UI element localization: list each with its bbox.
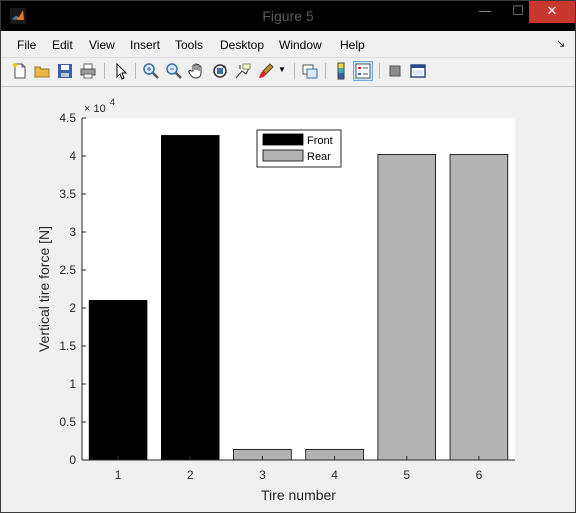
y-tick-label: 3 <box>69 225 76 239</box>
brush-dropdown-icon[interactable]: ▼ <box>278 66 286 74</box>
zoom-in-icon[interactable] <box>142 62 160 80</box>
menu-edit[interactable]: Edit <box>52 38 73 52</box>
bar-rear-5[interactable] <box>377 154 437 461</box>
toolbar-separator <box>325 63 326 79</box>
y-tick-label: 2 <box>69 301 76 315</box>
x-tick-label: 5 <box>403 468 410 482</box>
select-arrow-icon[interactable] <box>112 62 130 80</box>
figure-toolbar: ▼ <box>1 57 575 87</box>
menu-view[interactable]: View <box>89 38 115 52</box>
y-exponent-power: 4 <box>110 97 115 107</box>
close-button[interactable]: ✕ <box>529 1 575 23</box>
dock-arrow-icon[interactable]: ↘ <box>556 37 565 50</box>
menu-desktop[interactable]: Desktop <box>220 38 264 52</box>
print-icon[interactable] <box>79 62 97 80</box>
show-plot-tools-icon[interactable] <box>409 62 427 80</box>
x-tick-label: 3 <box>259 468 266 482</box>
toolbar-separator <box>294 63 295 79</box>
menu-bar: File Edit View Insert Tools Desktop Wind… <box>1 31 575 56</box>
x-tick-label: 6 <box>476 468 483 482</box>
link-plot-icon[interactable] <box>301 62 319 80</box>
y-exponent-label: × 10 <box>84 103 106 115</box>
menu-window[interactable]: Window <box>279 38 322 52</box>
bar-rear-6[interactable] <box>449 154 509 461</box>
y-tick-label: 1.5 <box>59 339 76 353</box>
y-tick-label: 3.5 <box>59 187 76 201</box>
bar-chart: 0 0.5 1 1.5 2 2.5 3 3.5 4 4.5 1 2 3 4 5 6 × 10 4 Tire numb… <box>36 97 515 503</box>
y-tick-label: 1 <box>69 377 76 391</box>
toolbar-separator <box>379 63 380 79</box>
y-tick-label: 0 <box>69 453 76 467</box>
zoom-out-icon[interactable] <box>165 62 183 80</box>
legend-swatch-front <box>262 133 304 146</box>
menu-file[interactable]: File <box>17 38 36 52</box>
figure-canvas: 0 0.5 1 1.5 2 2.5 3 3.5 4 4.5 1 2 3 4 5 6 × 10 4 Tire numb… <box>1 87 575 512</box>
bar-front-1[interactable] <box>88 299 148 461</box>
x-tick-label: 1 <box>115 468 122 482</box>
menu-tools[interactable]: Tools <box>175 38 203 52</box>
open-file-icon[interactable] <box>33 62 51 80</box>
colorbar-icon[interactable] <box>332 62 350 80</box>
y-tick-label: 2.5 <box>59 263 76 277</box>
legend-label-rear: Rear <box>307 151 331 163</box>
y-tick-label: 4 <box>69 149 76 163</box>
x-tick-label: 2 <box>187 468 194 482</box>
save-icon[interactable] <box>56 62 74 80</box>
figure-window: Figure 5 — ☐ ✕ File Edit View Insert Too… <box>0 0 576 513</box>
brush-icon[interactable] <box>257 62 275 80</box>
toolbar-separator <box>104 63 105 79</box>
y-tick-label: 0.5 <box>59 415 76 429</box>
legend-icon[interactable] <box>353 61 373 81</box>
toolbar-separator <box>135 63 136 79</box>
new-figure-icon[interactable] <box>11 62 29 80</box>
y-tick-label: 4.5 <box>59 111 76 125</box>
y-axis-label: Vertical tire force [N] <box>36 226 52 352</box>
menu-insert[interactable]: Insert <box>130 38 160 52</box>
hide-plot-tools-icon[interactable] <box>386 62 404 80</box>
legend-label-front: Front <box>307 135 333 147</box>
menu-help[interactable]: Help <box>340 38 365 52</box>
rotate-3d-icon[interactable] <box>211 62 229 80</box>
data-cursor-icon[interactable] <box>234 62 252 80</box>
title-bar[interactable]: Figure 5 — ☐ ✕ <box>1 1 575 31</box>
x-axis-label: Tire number <box>261 487 336 503</box>
bar-front-2[interactable] <box>160 135 220 461</box>
minimize-button[interactable]: — <box>468 1 502 23</box>
legend-swatch-rear <box>262 149 304 162</box>
pan-hand-icon[interactable] <box>188 62 206 80</box>
x-tick-label: 4 <box>331 468 338 482</box>
